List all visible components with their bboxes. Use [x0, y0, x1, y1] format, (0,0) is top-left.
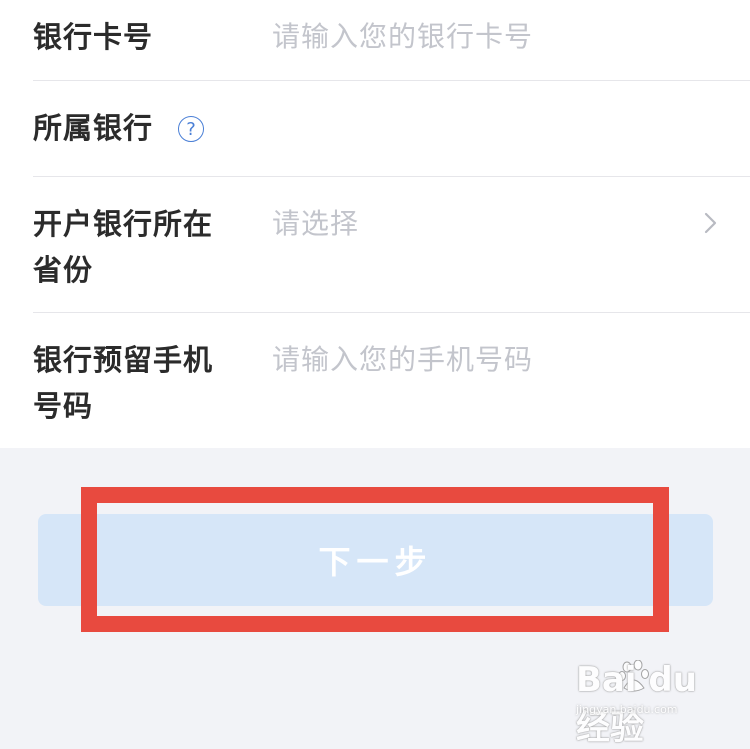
card-number-label: 银行卡号 [33, 20, 154, 54]
chevron-right-icon[interactable] [702, 211, 720, 235]
next-step-button[interactable]: 下一步 [38, 514, 713, 606]
card-number-input[interactable] [272, 17, 712, 57]
card-number-row: 银行卡号 [0, 0, 750, 80]
baidu-jingyan-watermark: Bai du 经验 jingyan.baidu.com [576, 660, 726, 748]
issuing-bank-row[interactable]: 所属银行 [0, 81, 750, 176]
reserved-phone-input[interactable] [272, 340, 712, 380]
bank-province-select[interactable]: 请选择 [272, 204, 359, 244]
bank-province-label: 开户银行所在省份 [33, 207, 214, 287]
bank-province-row[interactable]: 开户银行所在省份 请选择 [0, 177, 750, 312]
bank-card-form: 银行卡号 所属银行 ? 开户银行所在省份 请选择 银行预留手机号码 [0, 0, 750, 448]
watermark-url: jingyan.baidu.com [576, 703, 678, 716]
question-circle-icon[interactable]: ? [178, 116, 204, 142]
reserved-phone-row: 银行预留手机号码 [0, 313, 750, 448]
issuing-bank-label: 所属银行 [33, 111, 154, 145]
reserved-phone-label: 银行预留手机号码 [33, 343, 214, 423]
